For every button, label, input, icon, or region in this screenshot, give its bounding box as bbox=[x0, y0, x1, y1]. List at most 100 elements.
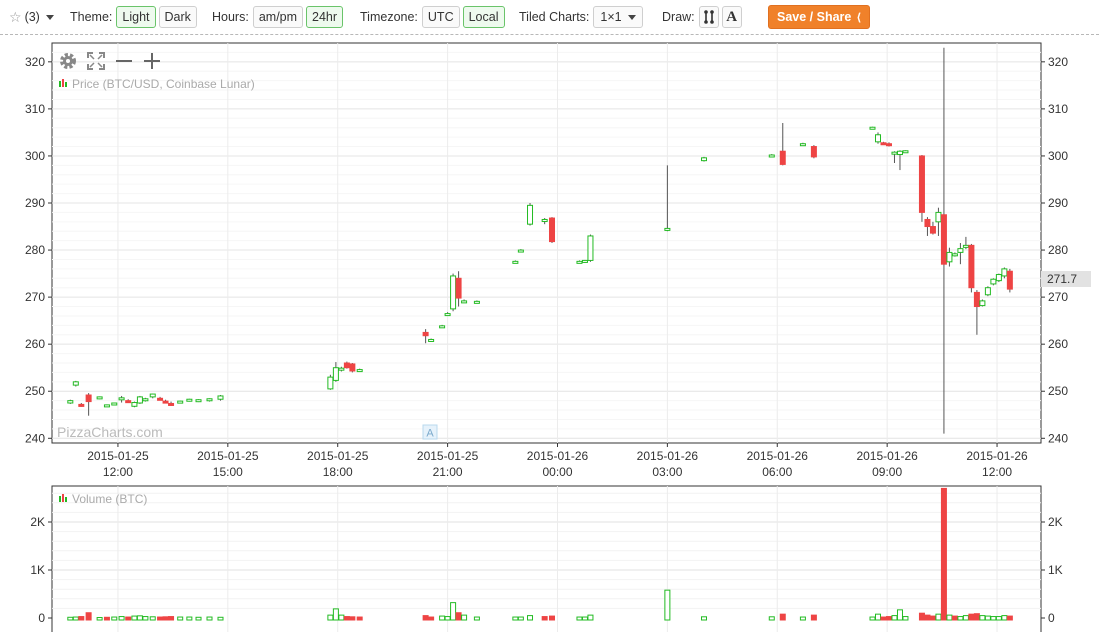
candle-body bbox=[439, 325, 446, 329]
zoom-out-icon[interactable] bbox=[113, 51, 135, 71]
volume-bar bbox=[349, 616, 356, 621]
candle-body bbox=[995, 274, 1002, 282]
volume-bar bbox=[896, 609, 903, 621]
candle bbox=[131, 401, 138, 408]
candle bbox=[576, 260, 583, 264]
candle bbox=[428, 338, 435, 342]
candle-body bbox=[338, 367, 345, 371]
volume-bar bbox=[880, 616, 887, 621]
volume-bar bbox=[72, 616, 79, 621]
time-tick-date: 2015-01-26 bbox=[966, 449, 1028, 463]
candle bbox=[902, 150, 909, 154]
candle-body bbox=[422, 331, 429, 337]
volume-bar bbox=[517, 616, 524, 621]
candle bbox=[810, 145, 817, 159]
candle-body bbox=[779, 150, 786, 165]
fullscreen-icon[interactable] bbox=[85, 51, 107, 71]
candle-body bbox=[940, 214, 947, 265]
candle-body bbox=[78, 403, 85, 407]
candle bbox=[111, 402, 118, 406]
candle-body bbox=[902, 150, 909, 154]
volume-bar bbox=[206, 616, 213, 621]
candle-body bbox=[125, 400, 132, 404]
volume-bar bbox=[968, 613, 975, 621]
volume-tick-label-right: 0 bbox=[1048, 611, 1055, 625]
candle bbox=[587, 234, 594, 262]
price-tick-label-right: 310 bbox=[1048, 102, 1068, 116]
volume-bar bbox=[810, 614, 817, 621]
volume-bar bbox=[799, 616, 806, 621]
candle bbox=[799, 142, 806, 147]
volume-bar bbox=[581, 616, 588, 621]
candle-body bbox=[935, 211, 942, 223]
candle-body bbox=[924, 218, 931, 228]
gear-icon[interactable] bbox=[57, 51, 79, 71]
time-tick-time: 21:00 bbox=[433, 465, 463, 479]
volume-bar bbox=[195, 616, 202, 621]
candle-body bbox=[356, 369, 363, 373]
candle bbox=[206, 398, 213, 402]
candle bbox=[979, 299, 986, 307]
volume-bar bbox=[96, 617, 103, 621]
volume-bar bbox=[85, 612, 92, 621]
time-tick-time: 09:00 bbox=[872, 465, 902, 479]
volume-bar bbox=[940, 487, 947, 621]
candle-body bbox=[142, 398, 149, 402]
candle-body bbox=[951, 253, 958, 257]
candle-body bbox=[96, 396, 103, 400]
volume-bar bbox=[957, 616, 964, 621]
volume-grid bbox=[51, 485, 1042, 632]
volume-bar bbox=[439, 615, 446, 621]
price-tick-label-right: 250 bbox=[1048, 384, 1068, 398]
candle-body bbox=[979, 300, 986, 307]
candle-body bbox=[103, 404, 110, 408]
candle-body bbox=[968, 244, 975, 289]
volume-bar bbox=[962, 615, 969, 621]
volume-bar bbox=[541, 616, 548, 621]
volume-bar bbox=[946, 614, 953, 621]
candle-body bbox=[67, 400, 74, 404]
volume-bar bbox=[168, 616, 175, 621]
time-tick-time: 00:00 bbox=[542, 465, 572, 479]
candle bbox=[968, 243, 975, 293]
chart-tools bbox=[57, 51, 169, 71]
volume-bar bbox=[125, 616, 132, 621]
candle bbox=[327, 374, 334, 390]
price-panel-frame bbox=[51, 42, 1042, 444]
candle bbox=[439, 324, 446, 329]
time-tick-date: 2015-01-26 bbox=[747, 449, 809, 463]
candle bbox=[195, 399, 202, 403]
candle-body bbox=[195, 399, 202, 403]
chart-area[interactable]: 240 250 260 270 280 290 300 310 320 240 250 260 270… bbox=[0, 0, 1099, 632]
volume-bar bbox=[356, 616, 363, 621]
volume-bar bbox=[576, 616, 583, 621]
price-axis-right: 240 250 260 270 280 290 300 310 320 bbox=[1041, 55, 1068, 445]
volume-bar bbox=[1001, 615, 1008, 621]
candle-body bbox=[962, 244, 969, 248]
candle bbox=[1006, 268, 1013, 293]
candle bbox=[142, 397, 149, 402]
volume-bar bbox=[929, 615, 936, 621]
candle-body bbox=[946, 251, 953, 263]
candle bbox=[450, 273, 457, 312]
time-tick-date: 2015-01-26 bbox=[856, 449, 918, 463]
zoom-in-icon[interactable] bbox=[141, 51, 163, 71]
price-axis-left: 240 250 260 270 280 290 300 310 320 bbox=[25, 55, 52, 445]
candle-body bbox=[581, 259, 588, 263]
candle-body bbox=[428, 338, 435, 342]
volume-bar bbox=[428, 616, 435, 621]
candle-body bbox=[162, 400, 169, 404]
candle-body bbox=[85, 394, 92, 403]
volume-bar bbox=[548, 615, 555, 621]
volume-bar bbox=[67, 616, 74, 621]
volume-bar bbox=[527, 615, 534, 621]
annotation-marker[interactable]: A bbox=[422, 424, 438, 440]
candle-body bbox=[217, 395, 224, 400]
candle bbox=[136, 395, 143, 404]
candle-body bbox=[576, 260, 583, 264]
price-tick-label-left: 260 bbox=[25, 337, 45, 351]
candle bbox=[869, 126, 876, 130]
candle-body bbox=[869, 126, 876, 130]
price-tick-label-left: 280 bbox=[25, 243, 45, 257]
volume-bar bbox=[869, 616, 876, 621]
